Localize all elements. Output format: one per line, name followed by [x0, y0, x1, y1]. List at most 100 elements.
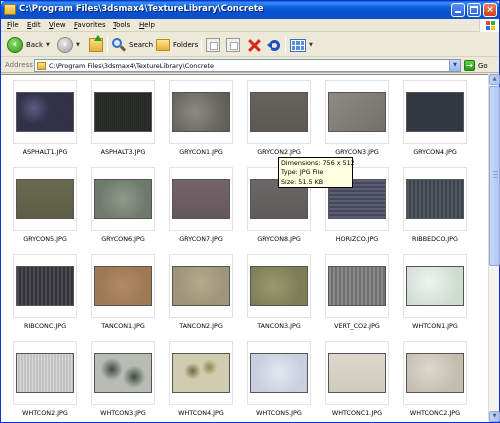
file-item[interactable]: WHTCON4.JPG: [164, 341, 242, 421]
menu-view[interactable]: View: [49, 21, 66, 29]
views-button[interactable]: ▼: [290, 36, 313, 54]
address-dropdown-button[interactable]: ▼: [449, 60, 460, 71]
delete-button[interactable]: [247, 36, 261, 54]
texture-thumbnail: [172, 92, 230, 132]
file-item[interactable]: TANCON3.JPG: [242, 254, 320, 334]
texture-thumbnail: [16, 179, 74, 219]
file-item[interactable]: GRYCON5.JPG: [8, 167, 86, 247]
thumbnail-frame: [247, 254, 311, 318]
menu-tools[interactable]: Tools: [113, 21, 130, 29]
texture-thumbnail: [94, 353, 152, 393]
file-item[interactable]: WHTCON1.JPG: [398, 254, 476, 334]
forward-button[interactable]: › ▼: [57, 36, 80, 54]
folders-button[interactable]: Folders: [156, 36, 198, 54]
texture-thumbnail: [406, 266, 464, 306]
menu-edit[interactable]: Edit: [27, 21, 41, 29]
file-item[interactable]: WHTCONC1.JPG: [320, 341, 398, 421]
file-item[interactable]: GRYCON6.JPG: [86, 167, 164, 247]
file-name: HORIZCO.JPG: [335, 235, 379, 243]
texture-thumbnail: [406, 179, 464, 219]
undo-button[interactable]: [267, 36, 281, 54]
go-button[interactable]: → Go: [464, 59, 488, 72]
toolbar-separator: [107, 37, 108, 53]
thumbnail-frame: [325, 254, 389, 318]
file-item[interactable]: ASPHALT1.JPG: [8, 80, 86, 160]
title-bar[interactable]: C:\Program Files\3dsmax4\TextureLibrary\…: [1, 1, 499, 19]
thumbnail-frame: [91, 254, 155, 318]
file-name: GRYCON8.JPG: [257, 235, 301, 243]
menu-favorites[interactable]: Favorites: [74, 21, 106, 29]
close-button[interactable]: ×: [483, 3, 497, 17]
forward-arrow-icon: ›: [57, 37, 73, 53]
file-item[interactable]: VERT_CO2.JPG: [320, 254, 398, 334]
texture-thumbnail: [172, 266, 230, 306]
file-name: WHTCONC2.JPG: [409, 409, 461, 417]
minimize-button[interactable]: [451, 3, 465, 17]
back-button[interactable]: ‹ Back ▼: [7, 36, 50, 54]
file-item[interactable]: GRYCON3.JPG: [320, 80, 398, 160]
file-item[interactable]: RIBCONC.JPG: [8, 254, 86, 334]
file-item[interactable]: GRYCON1.JPG: [164, 80, 242, 160]
delete-icon: [247, 38, 261, 52]
thumbnail-frame: [91, 341, 155, 405]
texture-thumbnail: [250, 266, 308, 306]
file-name: GRYCON1.JPG: [179, 148, 223, 156]
file-name: TANCON3.JPG: [257, 322, 301, 330]
undo-icon: [267, 38, 281, 52]
folders-label: Folders: [173, 41, 199, 49]
back-arrow-icon: ‹: [7, 37, 23, 53]
file-item[interactable]: GRYCON4.JPG: [398, 80, 476, 160]
back-label: Back: [26, 41, 43, 49]
file-name: ASPHALT3.JPG: [100, 148, 146, 156]
up-folder-button[interactable]: [89, 35, 103, 54]
file-item[interactable]: ASPHALT3.JPG: [86, 80, 164, 160]
address-bar: Address C:\Program Files\3dsmax4\Texture…: [1, 58, 499, 73]
chevron-down-icon: ▼: [46, 42, 50, 48]
minimize-icon: [455, 11, 461, 13]
file-item[interactable]: RIBBEDCO.JPG: [398, 167, 476, 247]
toolbar-separator: [201, 37, 202, 53]
scroll-down-button[interactable]: ▼: [489, 411, 500, 422]
explorer-window: C:\Program Files\3dsmax4\TextureLibrary\…: [0, 0, 500, 423]
address-label: Address: [5, 61, 33, 69]
texture-thumbnail: [94, 266, 152, 306]
texture-thumbnail: [94, 179, 152, 219]
folder-icon: [37, 62, 46, 70]
file-list[interactable]: ASPHALT1.JPG ASPHALT3.JPG GRYCON1.JPG GRYCO…: [1, 74, 488, 422]
move-to-button[interactable]: [206, 36, 220, 54]
file-item[interactable]: WHTCON3.JPG: [86, 341, 164, 421]
maximize-icon: [470, 6, 478, 14]
search-button[interactable]: Search: [112, 36, 153, 54]
thumbnail-frame: [325, 341, 389, 405]
file-name: GRYCON5.JPG: [23, 235, 67, 243]
copy-to-icon: [226, 38, 240, 52]
windows-logo-icon: [479, 19, 499, 32]
maximize-button[interactable]: [467, 3, 481, 17]
menu-file[interactable]: File: [7, 21, 19, 29]
file-item[interactable]: GRYCON7.JPG: [164, 167, 242, 247]
thumbnail-frame: [247, 80, 311, 144]
go-arrow-icon: →: [464, 60, 475, 71]
copy-to-button[interactable]: [226, 36, 240, 54]
file-name: GRYCON3.JPG: [335, 148, 379, 156]
file-item[interactable]: WHTCON5.JPG: [242, 341, 320, 421]
file-item[interactable]: WHTCONC2.JPG: [398, 341, 476, 421]
file-item[interactable]: WHTCON2.JPG: [8, 341, 86, 421]
toolbar-separator: [285, 37, 286, 53]
scroll-up-button[interactable]: ▲: [489, 74, 500, 85]
scroll-thumb[interactable]: [489, 86, 500, 266]
address-input[interactable]: C:\Program Files\3dsmax4\TextureLibrary\…: [34, 59, 461, 72]
file-name: WHTCON2.JPG: [22, 409, 68, 417]
menu-help[interactable]: Help: [139, 21, 155, 29]
chevron-down-icon: ▼: [76, 42, 80, 48]
vertical-scrollbar[interactable]: ▲ ▼: [488, 74, 500, 422]
thumbnail-frame: [13, 341, 77, 405]
move-to-icon: [206, 38, 220, 52]
file-item[interactable]: TANCON1.JPG: [86, 254, 164, 334]
file-item[interactable]: GRYCON2.JPG: [242, 80, 320, 160]
texture-thumbnail: [16, 266, 74, 306]
up-folder-icon: [89, 35, 103, 52]
thumbnail-frame: [13, 254, 77, 318]
file-item[interactable]: TANCON2.JPG: [164, 254, 242, 334]
texture-thumbnail: [94, 92, 152, 132]
